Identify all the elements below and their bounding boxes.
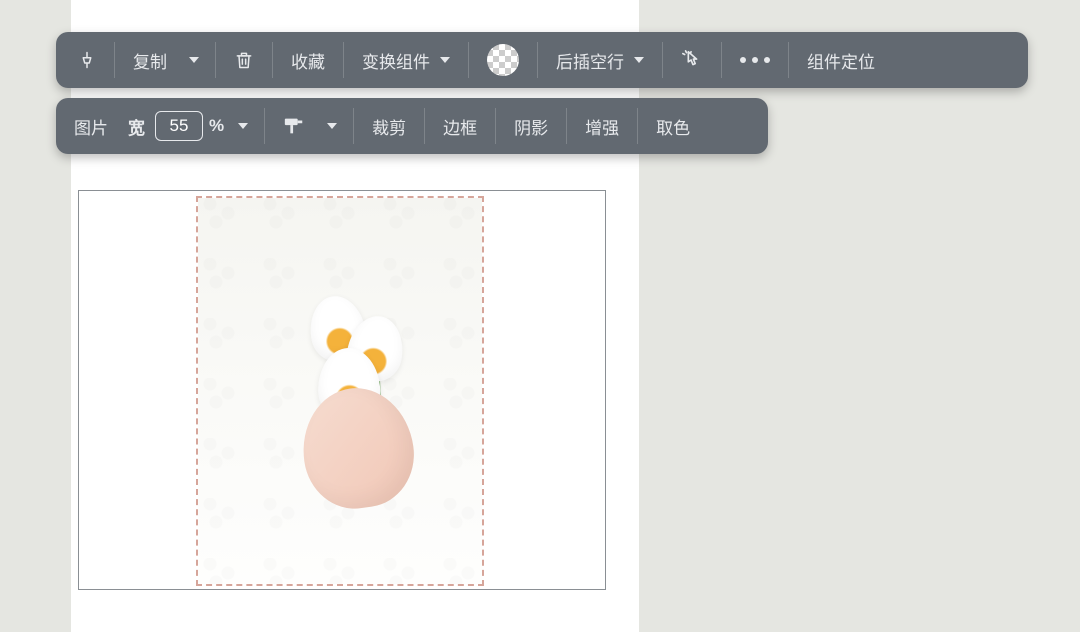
width-unit-dropdown[interactable] <box>228 98 258 154</box>
width-input[interactable] <box>155 111 203 141</box>
format-painter-dropdown[interactable] <box>317 98 347 154</box>
transform-label: 变换组件 <box>362 48 430 73</box>
favorite-label: 收藏 <box>291 48 325 73</box>
border-button[interactable]: 边框 <box>431 98 489 154</box>
trash-icon <box>234 50 254 70</box>
separator <box>537 42 538 78</box>
color-picker-button[interactable]: 取色 <box>644 98 702 154</box>
cursor-tool-button[interactable] <box>669 32 715 88</box>
transform-button[interactable]: 变换组件 <box>350 32 462 88</box>
separator <box>788 42 789 78</box>
border-label: 边框 <box>443 114 477 139</box>
chevron-down-icon <box>327 123 337 129</box>
locate-label: 组件定位 <box>807 48 875 73</box>
image-selection[interactable] <box>196 196 484 586</box>
crop-button[interactable]: 裁剪 <box>360 98 418 154</box>
format-painter-icon <box>283 116 305 136</box>
separator <box>468 42 469 78</box>
separator <box>114 42 115 78</box>
component-toolbar: 复制 收藏 变换组件 后插空行 <box>56 32 1028 88</box>
shadow-label: 阴影 <box>514 114 548 139</box>
percent-text: % <box>209 116 224 136</box>
copy-dropdown[interactable] <box>179 32 209 88</box>
favorite-button[interactable]: 收藏 <box>279 32 337 88</box>
chevron-down-icon <box>189 57 199 63</box>
width-text: 宽 <box>128 114 145 139</box>
locate-button[interactable]: 组件定位 <box>795 32 887 88</box>
colorpick-label: 取色 <box>656 114 690 139</box>
pin-icon <box>78 51 96 69</box>
chevron-down-icon <box>238 123 248 129</box>
shadow-button[interactable]: 阴影 <box>502 98 560 154</box>
click-cursor-icon <box>681 49 703 71</box>
separator <box>721 42 722 78</box>
separator <box>343 42 344 78</box>
chevron-down-icon <box>440 57 450 63</box>
width-label: 宽 <box>122 98 151 154</box>
separator <box>264 108 265 144</box>
copy-label: 复制 <box>133 48 167 73</box>
separator <box>662 42 663 78</box>
separator <box>353 108 354 144</box>
type-label: 图片 <box>66 98 122 154</box>
copy-button[interactable]: 复制 <box>121 32 179 88</box>
chevron-down-icon <box>634 57 644 63</box>
enhance-label: 增强 <box>585 114 619 139</box>
insert-after-button[interactable]: 后插空行 <box>544 32 656 88</box>
separator <box>424 108 425 144</box>
transparency-button[interactable] <box>475 32 531 88</box>
separator <box>495 108 496 144</box>
insert-after-label: 后插空行 <box>556 48 624 73</box>
separator <box>272 42 273 78</box>
pin-button[interactable] <box>66 32 108 88</box>
type-text: 图片 <box>74 114 108 139</box>
percent-label: % <box>207 98 228 154</box>
separator <box>215 42 216 78</box>
format-painter-button[interactable] <box>271 98 317 154</box>
separator <box>566 108 567 144</box>
separator <box>637 108 638 144</box>
transparency-icon <box>487 44 519 76</box>
image-toolbar: 图片 宽 % 裁剪 边框 阴影 增强 取色 <box>56 98 768 154</box>
more-button[interactable] <box>728 32 782 88</box>
enhance-button[interactable]: 增强 <box>573 98 631 154</box>
more-dots-icon <box>740 57 770 63</box>
delete-button[interactable] <box>222 32 266 88</box>
crop-label: 裁剪 <box>372 114 406 139</box>
